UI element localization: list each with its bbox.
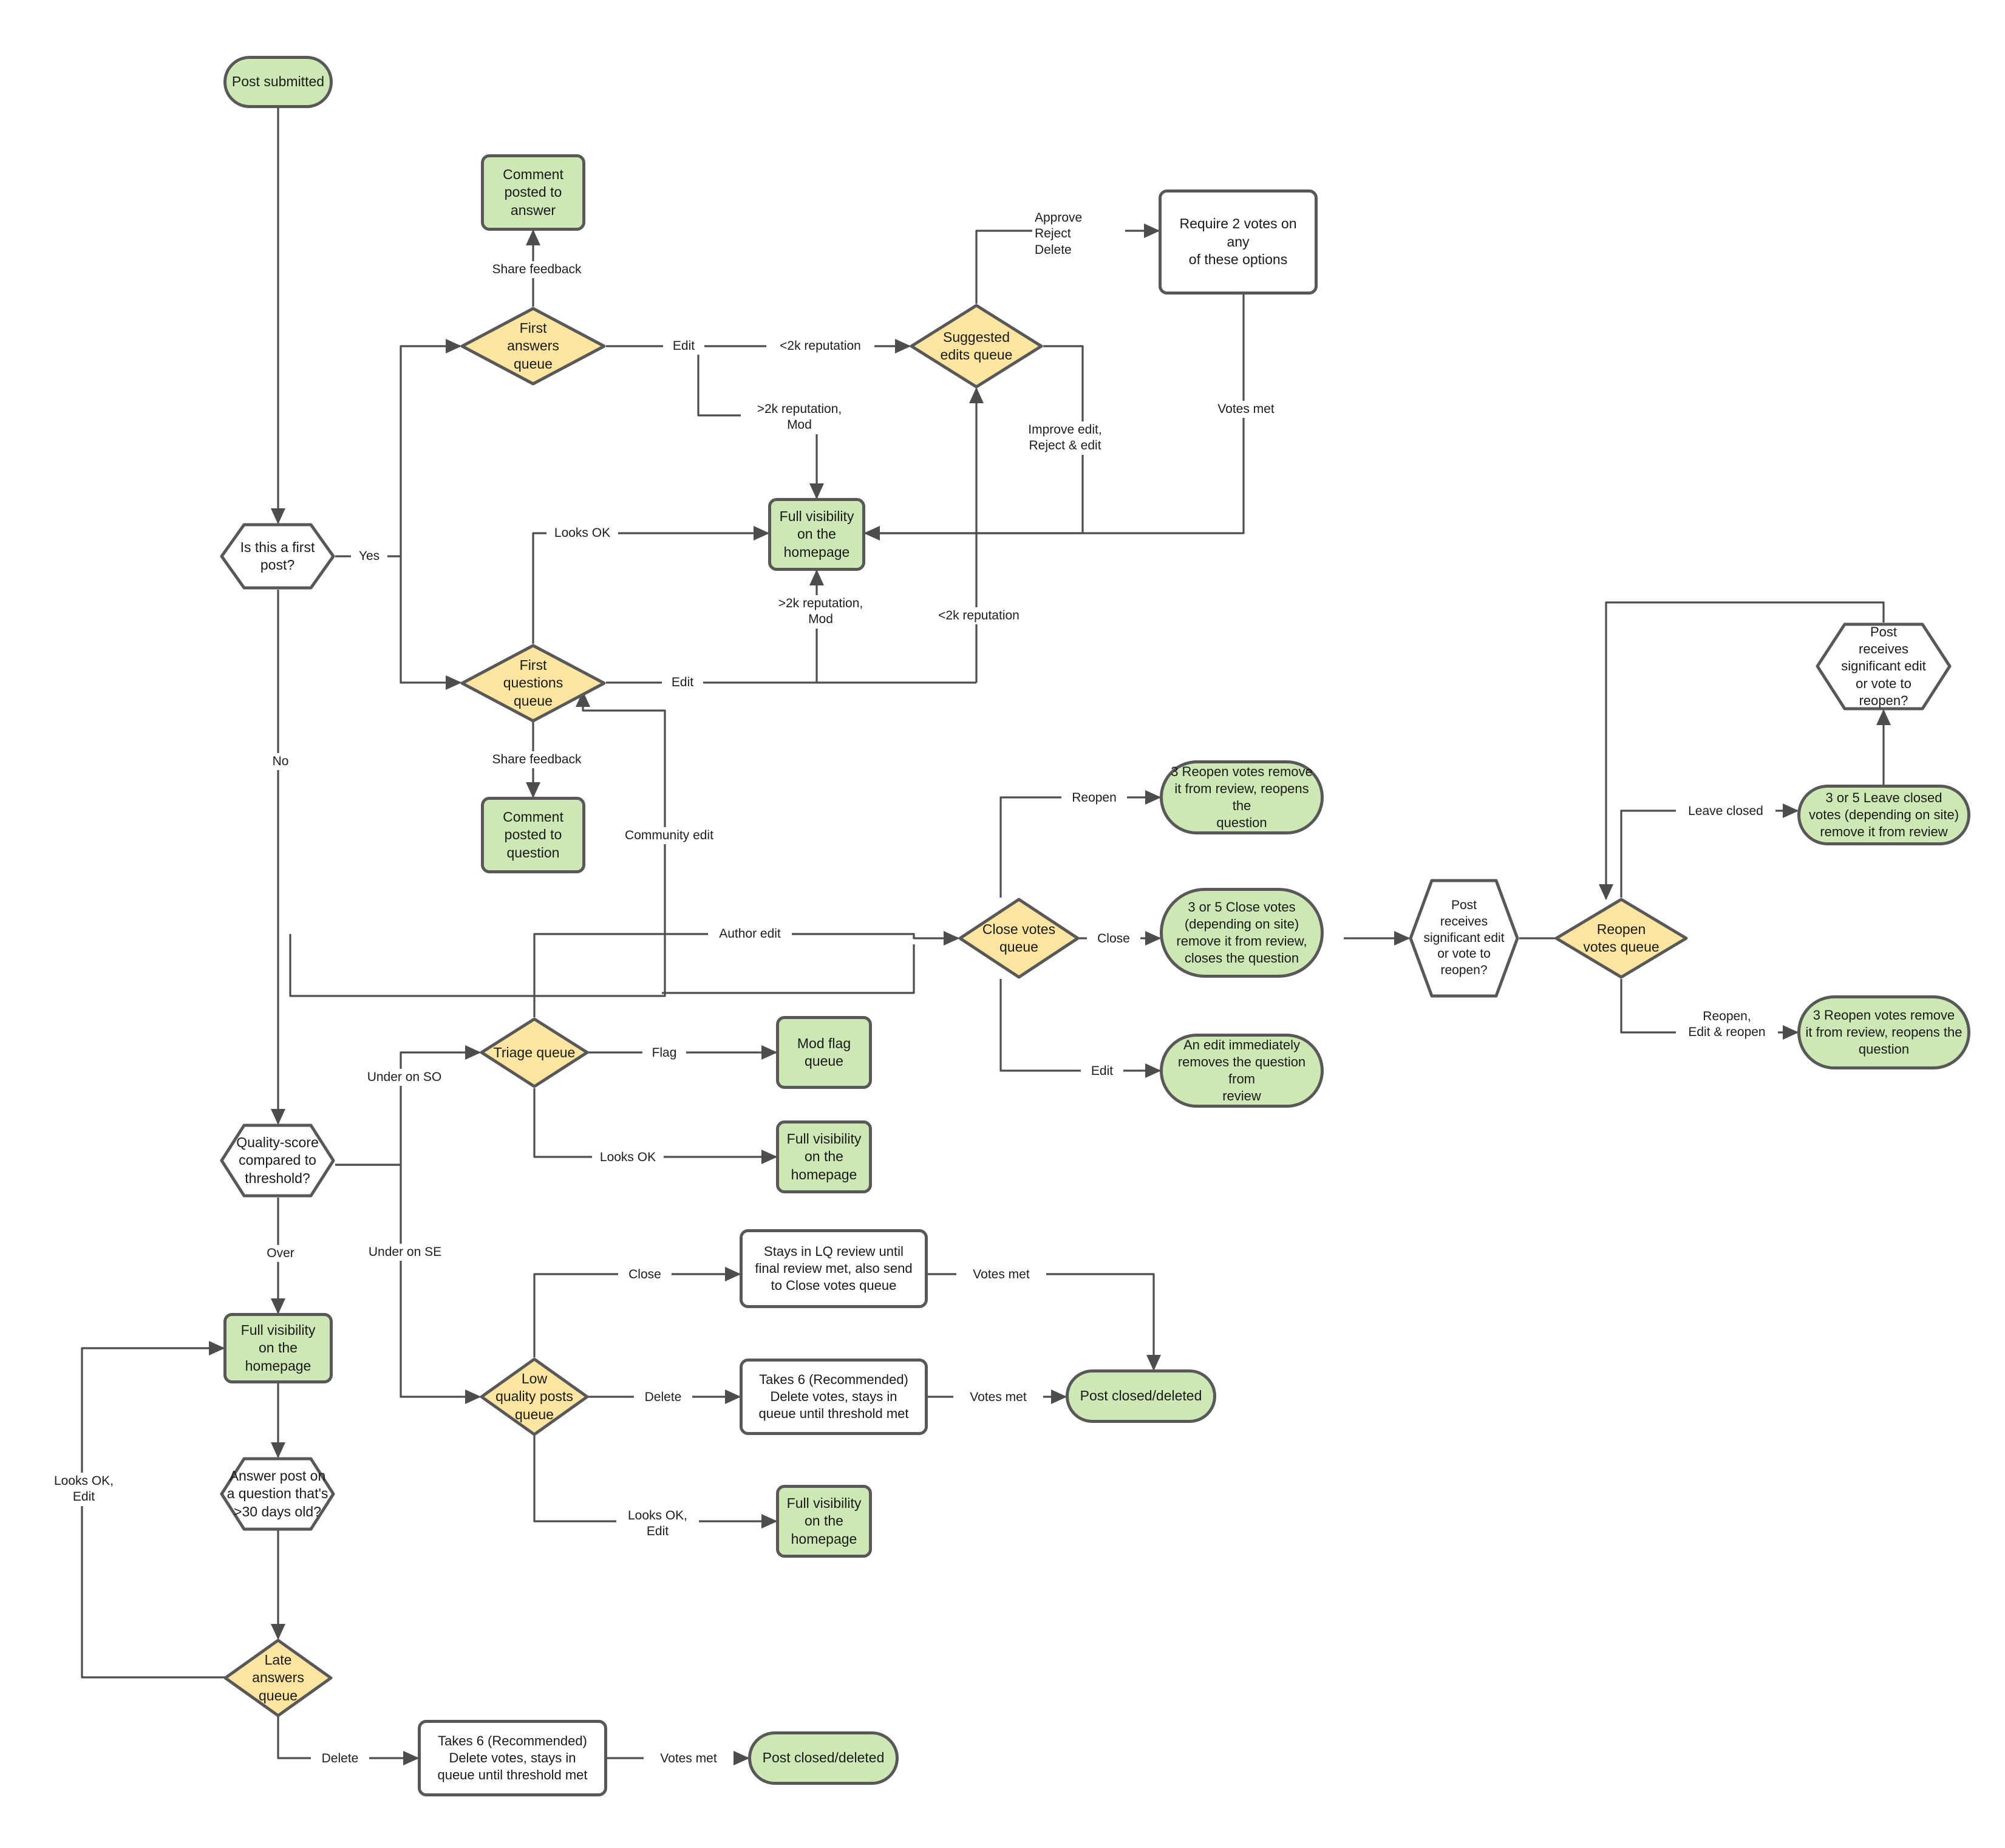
node-post-submitted[interactable]: Post submitted bbox=[223, 56, 333, 108]
node-label: Low quality posts queue bbox=[495, 1370, 573, 1422]
edge-label-delete-2: Delete bbox=[311, 1750, 369, 1768]
node-label: Answer post on a question that's >30 day… bbox=[226, 1467, 328, 1519]
edge-label-over: Over bbox=[261, 1245, 300, 1263]
edge-label-looks-ok-edit-2: Looks OK, Edit bbox=[43, 1473, 125, 1506]
node-full-visibility-homepage-4[interactable]: Full visibility on the homepage bbox=[776, 1485, 872, 1558]
node-edit-removes-question[interactable]: An edit immediately removes the question… bbox=[1160, 1034, 1324, 1108]
node-post-closed-deleted-1[interactable]: Post closed/deleted bbox=[1066, 1369, 1216, 1423]
node-post-closed-deleted-2[interactable]: Post closed/deleted bbox=[748, 1731, 899, 1785]
edge-label-leave-closed: Leave closed bbox=[1676, 803, 1775, 820]
node-suggested-edits-queue[interactable]: Suggested edits queue bbox=[910, 304, 1043, 389]
node-full-visibility-homepage-3[interactable]: Full visibility on the homepage bbox=[776, 1120, 872, 1193]
node-comment-posted-to-question[interactable]: Comment posted to question bbox=[481, 797, 585, 873]
edge-label-looks-ok-edit-1: Looks OK, Edit bbox=[616, 1507, 699, 1541]
node-label: Full visibility on the homepage bbox=[779, 508, 854, 560]
node-require-2-votes[interactable]: Require 2 votes on any of these options bbox=[1159, 189, 1318, 295]
node-close-votes-remove[interactable]: 3 or 5 Close votes (depending on site) r… bbox=[1160, 888, 1324, 978]
node-takes-6-delete-votes-2[interactable]: Takes 6 (Recommended) Delete votes, stay… bbox=[418, 1720, 607, 1796]
node-label: Reopen votes queue bbox=[1583, 921, 1659, 955]
edge-label-reopen: Reopen bbox=[1061, 789, 1127, 807]
node-reopen-votes-remove-1[interactable]: 3 Reopen votes remove it from review, re… bbox=[1160, 760, 1324, 834]
edge-label-votes-met-4: Votes met bbox=[644, 1750, 734, 1768]
edge-label-gt2k-reputation-2: >2k reputation, Mod bbox=[762, 595, 879, 629]
node-is-first-post[interactable]: Is this a first post? bbox=[220, 523, 335, 590]
edge-label-edit-1: Edit bbox=[663, 338, 704, 355]
node-label: Is this a first post? bbox=[240, 539, 315, 573]
node-label: Post closed/deleted bbox=[1080, 1388, 1202, 1404]
node-reopen-votes-queue[interactable]: Reopen votes queue bbox=[1554, 898, 1688, 979]
edge-label-delete-1: Delete bbox=[634, 1389, 692, 1406]
node-label: Close votes queue bbox=[982, 921, 1056, 955]
edge-label-share-feedback-2: Share feedback bbox=[480, 751, 594, 769]
edge-label-share-feedback-1: Share feedback bbox=[480, 261, 594, 279]
node-triage-queue[interactable]: Triage queue bbox=[480, 1017, 589, 1088]
edge-label-votes-met-2: Votes met bbox=[956, 1266, 1046, 1284]
node-low-quality-posts-queue[interactable]: Low quality posts queue bbox=[480, 1357, 589, 1436]
node-label: 3 Reopen votes remove it from review, re… bbox=[1171, 763, 1313, 831]
node-label: Post receives significant edit or vote t… bbox=[1423, 898, 1505, 978]
node-label: Comment posted to question bbox=[503, 808, 563, 861]
node-label: Full visibility on the homepage bbox=[786, 1495, 862, 1547]
node-label: 3 or 5 Close votes (depending on site) r… bbox=[1176, 899, 1307, 966]
node-quality-score-threshold[interactable]: Quality-score compared to threshold? bbox=[220, 1123, 335, 1198]
node-label: Full visibility on the homepage bbox=[240, 1321, 316, 1374]
edge-label-approve-reject-delete: Approve Reject Delete bbox=[1032, 210, 1125, 259]
node-answer-post-30-days[interactable]: Answer post on a question that's >30 day… bbox=[220, 1457, 335, 1531]
edge-label-lt2k-reputation-1: <2k reputation bbox=[766, 338, 874, 355]
node-label: An edit immediately removes the question… bbox=[1177, 1037, 1306, 1104]
edge-label-edit-2: Edit bbox=[662, 674, 703, 692]
node-reopen-votes-remove-2[interactable]: 3 Reopen votes remove it from review, re… bbox=[1797, 995, 1970, 1069]
edge-label-lt2k-reputation-2: <2k reputation bbox=[925, 607, 1033, 625]
node-mod-flag-queue[interactable]: Mod flag queue bbox=[776, 1016, 872, 1089]
edge-label-close-2: Close bbox=[618, 1266, 672, 1284]
node-label: Late answers queue bbox=[252, 1651, 304, 1703]
edge-label-no: No bbox=[261, 753, 300, 771]
edge-label-yes: Yes bbox=[351, 548, 387, 565]
flowchart-canvas: (vertical split bus at x=660) --> Commen… bbox=[0, 0, 2005, 1848]
edge-label-close-1: Close bbox=[1087, 930, 1140, 948]
node-label: First questions queue bbox=[503, 656, 563, 709]
node-close-votes-queue[interactable]: Close votes queue bbox=[958, 898, 1080, 979]
node-label: Full visibility on the homepage bbox=[786, 1130, 862, 1182]
node-label: Post closed/deleted bbox=[762, 1750, 885, 1766]
edge-label-community-edit: Community edit bbox=[613, 827, 725, 845]
node-label: Require 2 votes on any of these options bbox=[1179, 216, 1297, 268]
edge-label-under-on-se: Under on SE bbox=[359, 1244, 451, 1261]
node-first-answers-queue[interactable]: First answers queue bbox=[460, 307, 606, 386]
edge-label-edit-3: Edit bbox=[1081, 1063, 1123, 1080]
node-label: 3 Reopen votes remove it from review, re… bbox=[1805, 1007, 1962, 1057]
node-first-questions-queue[interactable]: First questions queue bbox=[460, 644, 606, 723]
node-label: Triage queue bbox=[493, 1044, 576, 1060]
node-leave-closed-votes[interactable]: 3 or 5 Leave closed votes (depending on … bbox=[1797, 785, 1970, 845]
edge-label-looks-ok-1: Looks OK bbox=[546, 525, 618, 542]
edge-label-reopen-edit-reopen: Reopen, Edit & reopen bbox=[1676, 1008, 1778, 1042]
node-label: Post submitted bbox=[231, 73, 325, 90]
edge-label-gt2k-reputation-1: >2k reputation, Mod bbox=[741, 401, 858, 434]
node-label: Post receives significant edit or vote t… bbox=[1841, 624, 1926, 708]
edge-label-votes-met-1: Votes met bbox=[1195, 401, 1297, 418]
node-takes-6-delete-votes-1[interactable]: Takes 6 (Recommended) Delete votes, stay… bbox=[740, 1359, 928, 1435]
edge-label-votes-met-3: Votes met bbox=[953, 1389, 1043, 1406]
node-label: Stays in LQ review until final review me… bbox=[755, 1243, 913, 1294]
node-label: Takes 6 (Recommended) Delete votes, stay… bbox=[758, 1371, 909, 1422]
node-label: Quality-score compared to threshold? bbox=[236, 1134, 319, 1186]
node-comment-posted-to-answer[interactable]: Comment posted to answer bbox=[481, 154, 585, 231]
node-full-visibility-homepage-2[interactable]: Full visibility on the homepage bbox=[223, 1313, 333, 1383]
node-label: First answers queue bbox=[507, 319, 559, 372]
node-label: Suggested edits queue bbox=[940, 329, 1013, 363]
node-stays-in-lq-review[interactable]: Stays in LQ review until final review me… bbox=[740, 1229, 928, 1308]
edge-label-looks-ok-2: Looks OK bbox=[592, 1149, 664, 1167]
edge-label-author-edit: Author edit bbox=[708, 926, 792, 943]
node-full-visibility-homepage-1[interactable]: Full visibility on the homepage bbox=[768, 498, 865, 571]
edge-label-improve-edit-reject-edit: Improve edit, Reject & edit bbox=[1008, 421, 1122, 455]
edge-label-under-on-so: Under on SO bbox=[359, 1069, 449, 1086]
node-label: Takes 6 (Recommended) Delete votes, stay… bbox=[437, 1733, 588, 1783]
node-late-answers-queue[interactable]: Late answers queue bbox=[223, 1638, 333, 1717]
node-label: Mod flag queue bbox=[797, 1035, 851, 1069]
node-post-receives-significant-edit-middle[interactable]: Post receives significant edit or vote t… bbox=[1409, 879, 1519, 998]
node-label: Comment posted to answer bbox=[503, 166, 563, 218]
edge-label-flag: Flag bbox=[642, 1045, 686, 1062]
node-label: 3 or 5 Leave closed votes (depending on … bbox=[1808, 789, 1959, 840]
node-post-receives-significant-edit-top[interactable]: Post receives significant edit or vote t… bbox=[1816, 622, 1952, 711]
